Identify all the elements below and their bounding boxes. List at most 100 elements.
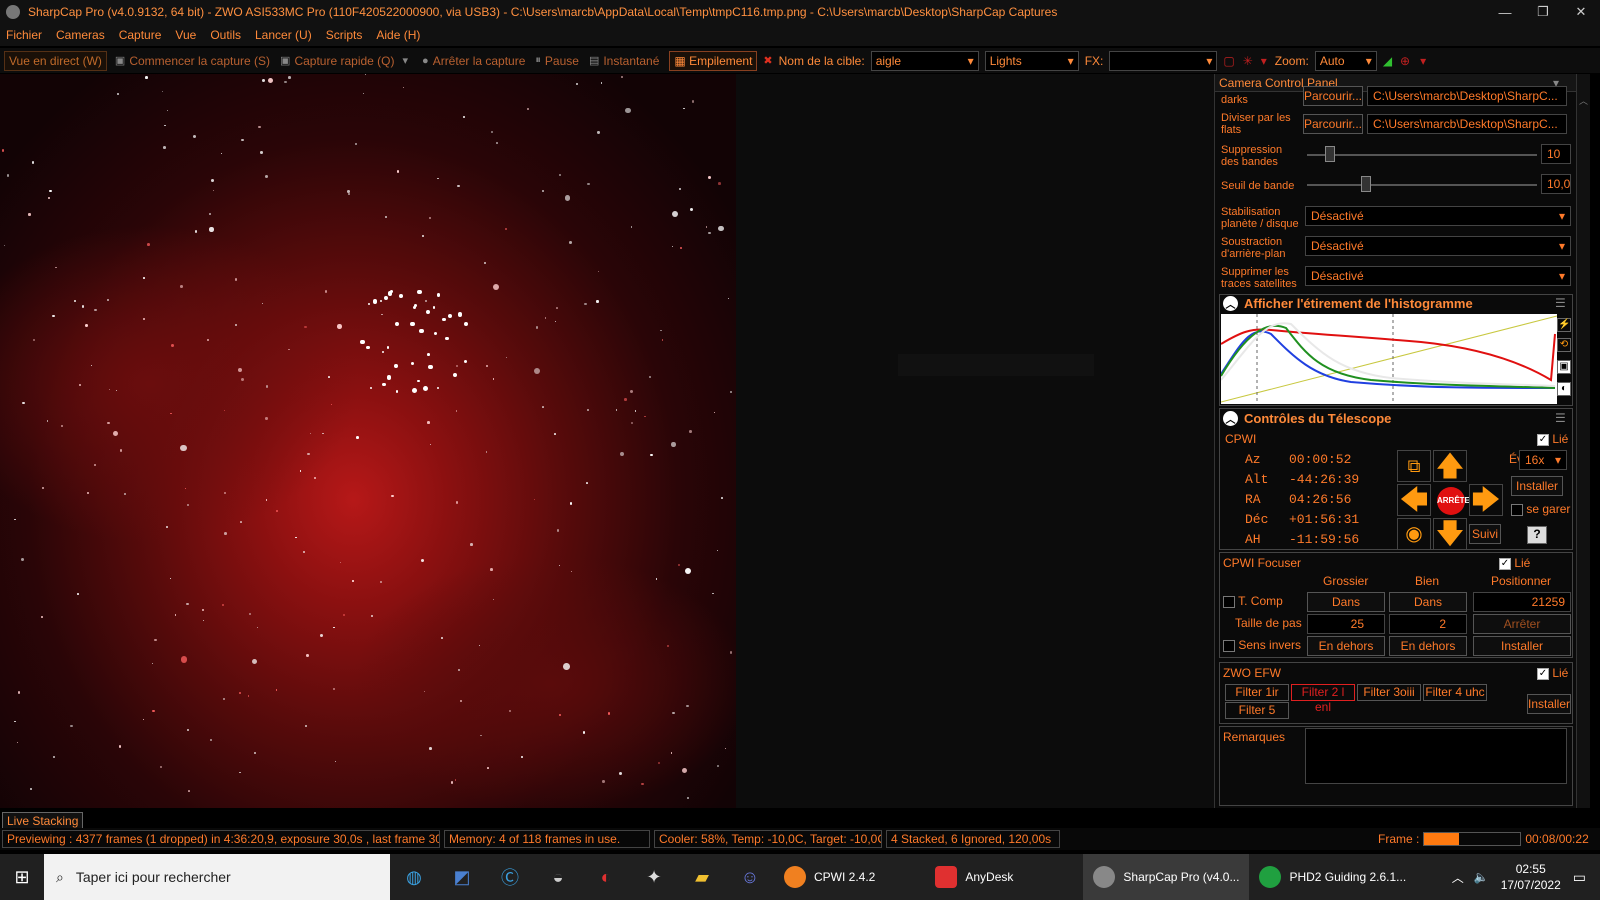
live-image[interactable]: [0, 74, 736, 808]
focuser-linked-checkbox[interactable]: ✓ Lié: [1499, 556, 1530, 570]
zoom-select[interactable]: Auto ▾: [1314, 50, 1377, 71]
start-capture-button[interactable]: ▣ Commencer la capture (S): [115, 54, 270, 68]
banding-value[interactable]: 10: [1541, 144, 1571, 164]
edge-icon[interactable]: ◍: [390, 854, 438, 900]
chevron-up-icon[interactable]: ︿: [1577, 94, 1590, 107]
chevron-down-icon[interactable]: ▾: [403, 54, 409, 67]
menu-vue[interactable]: Vue: [175, 28, 196, 42]
darks-browse-button[interactable]: Parcourir...: [1303, 86, 1363, 106]
stop-capture-button[interactable]: ● Arrêter la capture: [422, 54, 525, 68]
filter-2-button[interactable]: Filter 2 l enl: [1291, 684, 1355, 714]
banding-slider-handle[interactable]: [1325, 146, 1335, 162]
darks-path-field[interactable]: C:\Users\marcb\Desktop\SharpC...: [1367, 86, 1567, 106]
goto-icon[interactable]: ⧉: [1397, 450, 1431, 482]
arrow-left-icon[interactable]: 🡄: [1397, 484, 1431, 516]
fine-in-button[interactable]: Dans: [1389, 592, 1467, 612]
track-button[interactable]: Suivi: [1469, 524, 1501, 544]
coarse-step-stepper[interactable]: 25: [1307, 614, 1385, 634]
chevron-up-icon[interactable]: ︿: [1223, 296, 1238, 311]
notifications-icon[interactable]: ▭: [1573, 869, 1586, 886]
menu-aide[interactable]: Aide (H): [376, 28, 420, 42]
focuser-position-field[interactable]: 21259: [1473, 592, 1571, 612]
filter-4-button[interactable]: Filter 4 uhc: [1423, 684, 1487, 701]
histogram-header[interactable]: ︿ Afficher l'étirement de l'histogramme: [1223, 296, 1473, 311]
app-icon[interactable]: ✦: [630, 854, 678, 900]
discord-icon[interactable]: ☺: [726, 854, 774, 900]
chevron-up-icon[interactable]: ︿: [1452, 869, 1464, 886]
satellite-select[interactable]: Désactivé ▾: [1305, 266, 1571, 286]
target-name-input[interactable]: aigle ▾: [870, 50, 979, 71]
filter-1-button[interactable]: Filter 1ir: [1225, 684, 1289, 701]
efw-setup-button[interactable]: Installer: [1527, 694, 1571, 714]
arrow-right-icon[interactable]: 🡆: [1469, 484, 1503, 516]
menu-capture[interactable]: Capture: [119, 28, 162, 42]
threshold-slider[interactable]: [1307, 184, 1537, 186]
filter-3-button[interactable]: Filter 3oiii: [1357, 684, 1421, 701]
mount-setup-button[interactable]: Installer: [1511, 476, 1563, 496]
app-icon[interactable]: ◐: [582, 854, 630, 900]
frame-type-select[interactable]: Lights ▾: [984, 50, 1079, 71]
panel-scrollbar[interactable]: ︿: [1576, 74, 1590, 808]
filter-5-button[interactable]: Filter 5: [1225, 702, 1289, 719]
auto-stretch-icon[interactable]: ⚡: [1557, 318, 1571, 332]
threshold-value[interactable]: 10,0: [1541, 174, 1571, 194]
arrow-up-icon[interactable]: 🡅: [1433, 450, 1467, 482]
stabilisation-select[interactable]: Désactivé ▾: [1305, 206, 1571, 226]
live-view-button[interactable]: Vue en direct (W): [4, 50, 107, 71]
stop-slew-button[interactable]: ARRÊTE: [1437, 487, 1470, 515]
coarse-in-button[interactable]: Dans: [1307, 592, 1385, 612]
coarse-out-button[interactable]: En dehors: [1307, 636, 1385, 656]
flats-browse-button[interactable]: Parcourir...: [1303, 114, 1363, 134]
snapshot-button[interactable]: ▤ Instantané: [589, 54, 659, 68]
save-icon[interactable]: ▣: [1557, 360, 1571, 374]
taskbar-app-phd2[interactable]: PHD2 Guiding 2.6.1...: [1249, 854, 1416, 900]
fine-out-button[interactable]: En dehors: [1389, 636, 1467, 656]
taskbar-app-cpwi[interactable]: CPWI 2.4.2: [774, 854, 885, 900]
minimize-icon[interactable]: —: [1486, 0, 1524, 24]
focuser-setup-button[interactable]: Installer: [1473, 636, 1571, 656]
chevron-up-icon[interactable]: ︿: [1223, 411, 1238, 426]
folder-icon[interactable]: ▰: [678, 854, 726, 900]
reverse-checkbox[interactable]: Sens invers: [1223, 638, 1301, 652]
quick-capture-button[interactable]: ▣ Capture rapide (Q) ▾: [280, 54, 412, 68]
flats-path-field[interactable]: C:\Users\marcb\Desktop\SharpC...: [1367, 114, 1567, 134]
histogram-icon[interactable]: ◢: [1383, 54, 1392, 68]
close-icon[interactable]: ✕: [1562, 0, 1600, 24]
menu-icon[interactable]: ☰: [1555, 411, 1566, 425]
menu-outils[interactable]: Outils: [210, 28, 241, 42]
frame-icon[interactable]: ▢: [1223, 54, 1234, 68]
stacking-button[interactable]: ▦ Empilement: [669, 50, 758, 71]
fine-step-stepper[interactable]: 2: [1389, 614, 1467, 634]
telescope-header[interactable]: ︿ Contrôles du Télescope: [1223, 411, 1391, 426]
clock[interactable]: 02:55 17/07/2022: [1501, 861, 1561, 893]
menu-icon[interactable]: ☰: [1555, 296, 1566, 310]
park-checkbox[interactable]: se garer: [1511, 502, 1570, 516]
taskbar-app-sharpcap[interactable]: SharpCap Pro (v4.0...: [1083, 854, 1250, 900]
background-subtraction-select[interactable]: Désactivé ▾: [1305, 236, 1571, 256]
mount-linked-checkbox[interactable]: ✓ Lié: [1537, 432, 1568, 446]
reset-icon[interactable]: ⟲: [1557, 338, 1571, 352]
home-icon[interactable]: ◉: [1397, 518, 1431, 550]
menu-scripts[interactable]: Scripts: [326, 28, 363, 42]
pause-button[interactable]: ⏸ Pause: [535, 54, 579, 68]
rate-select[interactable]: 16x ▾: [1519, 450, 1567, 470]
chevron-down-icon[interactable]: ▾: [1420, 54, 1426, 68]
banding-slider[interactable]: [1307, 154, 1537, 156]
restore-icon[interactable]: ❐: [1524, 0, 1562, 24]
help-button[interactable]: ?: [1527, 526, 1547, 544]
volume-icon[interactable]: 🔈: [1474, 870, 1489, 884]
notes-textarea[interactable]: [1305, 728, 1567, 784]
arrow-down-icon[interactable]: 🡇: [1433, 518, 1467, 550]
histogram-chart[interactable]: [1221, 314, 1557, 404]
menu-cameras[interactable]: Cameras: [56, 28, 105, 42]
menu-lancer[interactable]: Lancer (U): [255, 28, 312, 42]
app-icon[interactable]: Ⓒ: [486, 854, 534, 900]
crosshair-icon[interactable]: ✳: [1243, 54, 1253, 68]
menu-fichier[interactable]: Fichier: [6, 28, 42, 42]
chevron-down-icon[interactable]: ▾: [1261, 54, 1267, 68]
threshold-slider-handle[interactable]: [1361, 176, 1371, 192]
efw-linked-checkbox[interactable]: ✓ Lié: [1537, 666, 1568, 680]
app-icon[interactable]: ◩: [438, 854, 486, 900]
app-icon[interactable]: ◒: [534, 854, 582, 900]
zoom-icon[interactable]: ⊕: [1400, 54, 1410, 68]
